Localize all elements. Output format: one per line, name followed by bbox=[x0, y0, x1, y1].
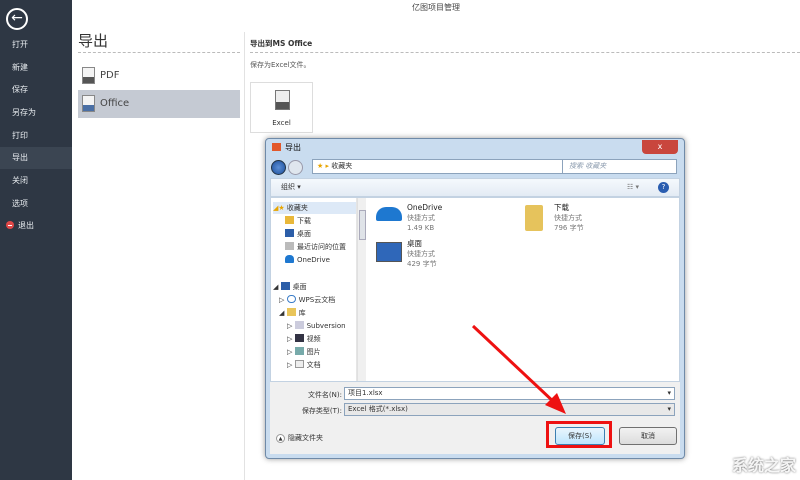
arrow-line bbox=[471, 324, 558, 406]
annotation-arrow bbox=[471, 324, 566, 414]
watermark: 系统之家 bbox=[731, 456, 796, 475]
